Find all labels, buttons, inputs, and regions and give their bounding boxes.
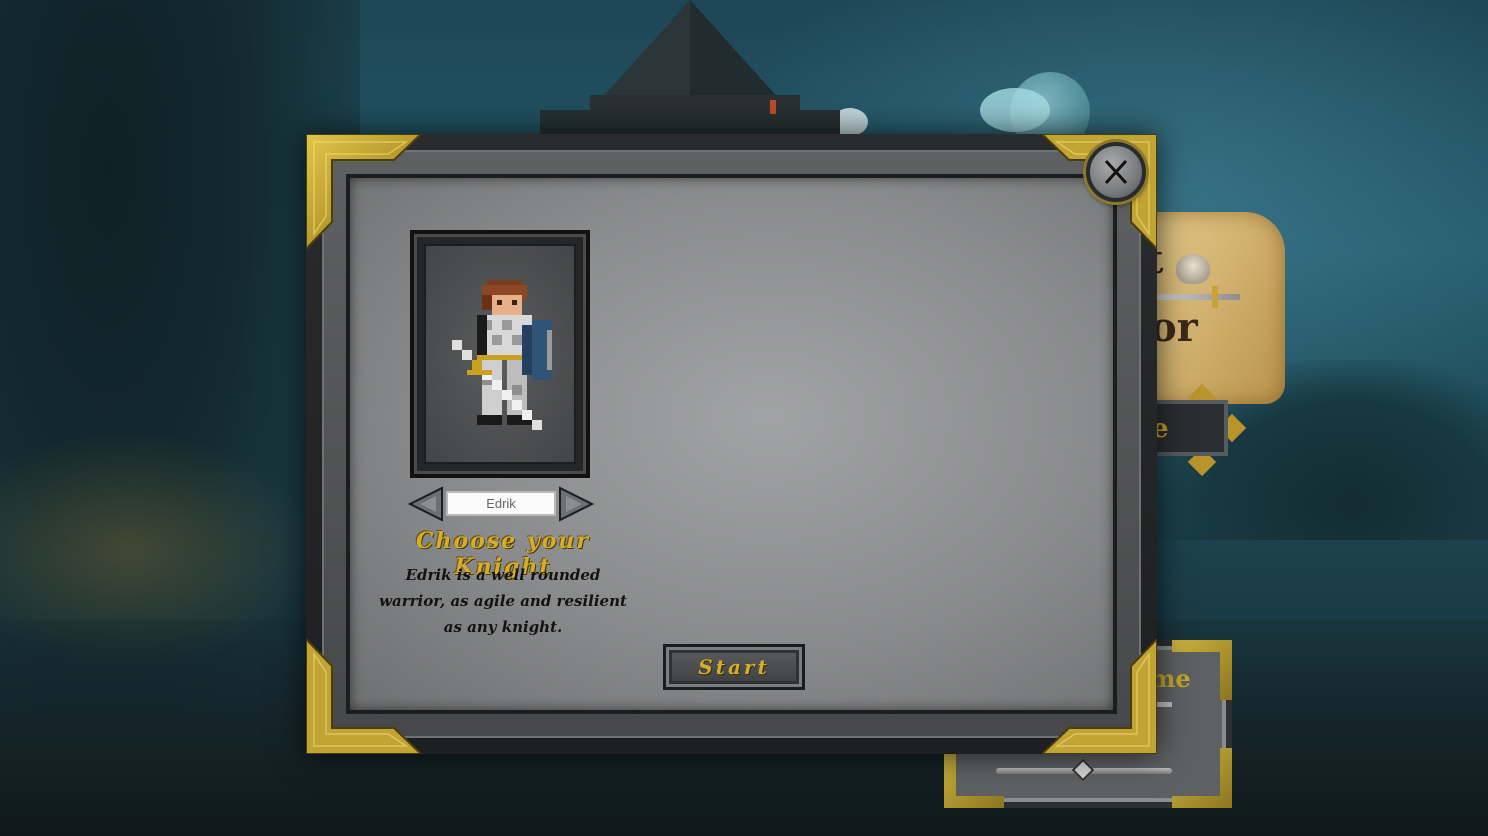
arrow-left-icon [408, 486, 443, 522]
knight-sprite [452, 280, 552, 430]
cloud [980, 88, 1050, 132]
knight-portrait [424, 244, 576, 464]
knight-portrait-frame [410, 230, 590, 478]
start-label: Start [698, 655, 770, 679]
next-knight-button[interactable] [558, 486, 594, 522]
close-button[interactable] [1086, 142, 1146, 202]
choose-knight-dialog: Edrik Choose your Knight Edrik is a well… [306, 134, 1157, 754]
knight-description: Edrik is a well rounded warrior, as agil… [379, 566, 627, 636]
close-icon [1104, 159, 1128, 185]
knight-name-field[interactable]: Edrik [446, 491, 556, 516]
knight-selector: Edrik [408, 486, 594, 522]
arrow-right-icon [559, 486, 594, 522]
start-button[interactable]: Start [663, 644, 805, 690]
gold-corner-bottom-left [306, 639, 421, 754]
skull-icon [1176, 254, 1210, 284]
scroll-text-bottom: or [1150, 304, 1198, 351]
sword-hilt [1212, 286, 1218, 308]
gold-corner-bottom-right [1042, 639, 1157, 754]
previous-knight-button[interactable] [408, 486, 444, 522]
gold-corner-top-left [306, 134, 421, 249]
sword-icon [1150, 294, 1240, 300]
